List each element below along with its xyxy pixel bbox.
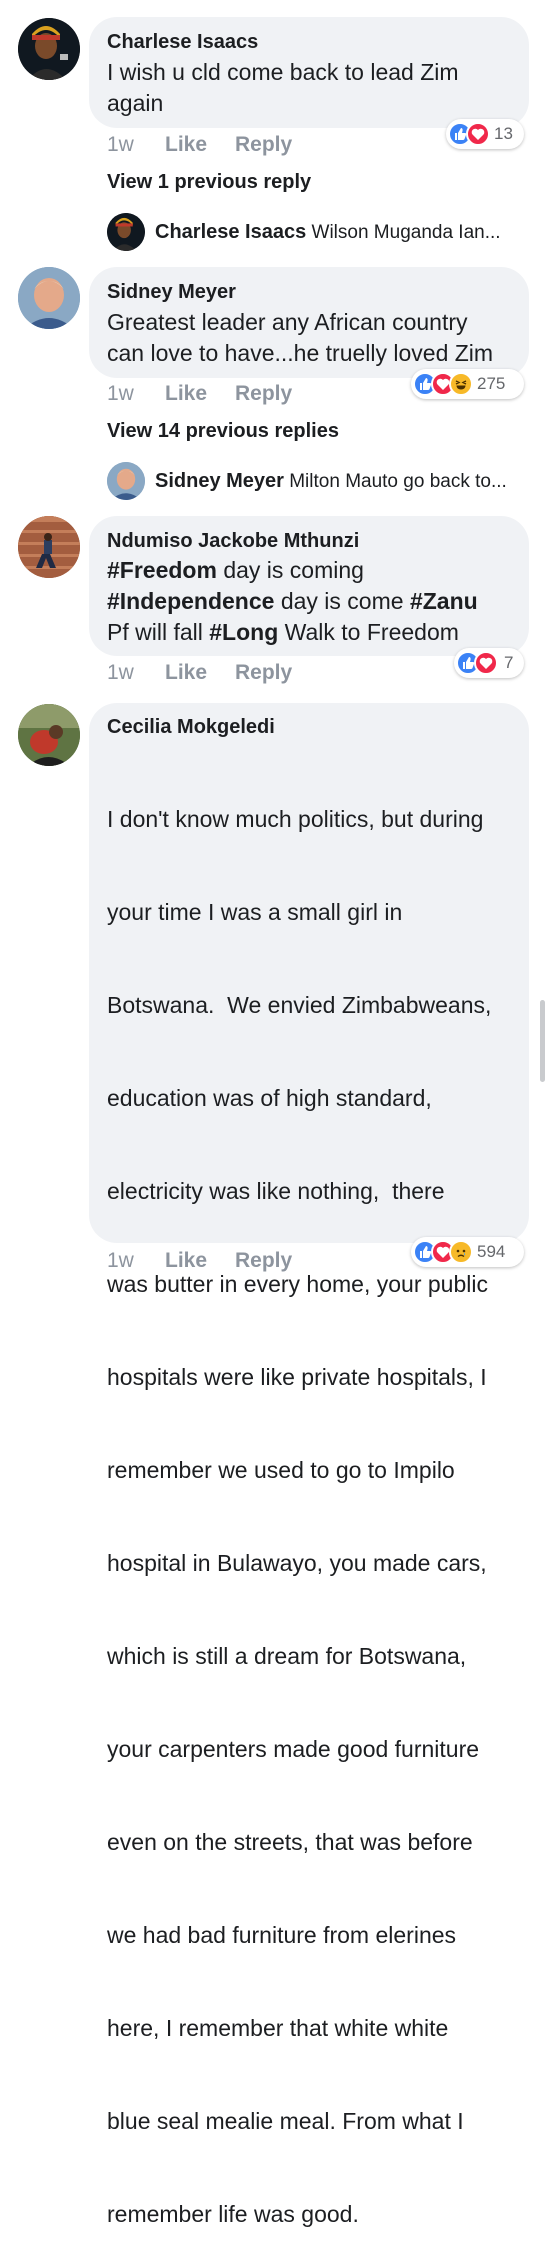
comment-line: education was of high standard, [107, 1085, 432, 1111]
love-icon [466, 122, 490, 146]
avatar[interactable] [18, 267, 80, 329]
comment-text-part: day is come [274, 588, 410, 614]
comment-line: I don't know much politics, but during [107, 806, 484, 832]
comment-text: I don't know much politics, but during y… [107, 742, 522, 2261]
comment-line: #Freedom day is coming [107, 555, 522, 586]
reaction-summary[interactable]: 7 [454, 648, 524, 678]
comment-line: again [107, 90, 164, 116]
reaction-count: 594 [477, 1242, 506, 1261]
comment-author[interactable]: Ndumiso Jackobe Mthunzi [107, 530, 359, 553]
reply-button[interactable]: Reply [235, 661, 292, 685]
comment-line: electricity was like nothing, there [107, 1178, 445, 1204]
comment-line: Botswana. We envied Zimbabweans, [107, 992, 492, 1018]
reaction-summary[interactable]: 594 [411, 1237, 524, 1267]
comment-line: hospitals were like private hospitals, I [107, 1364, 487, 1390]
reply-text: Wilson Muganda Ian... [311, 222, 501, 243]
comment-line: which is still a dream for Botswana, [107, 1643, 467, 1669]
reply-author: Sidney Meyer [155, 470, 284, 492]
view-replies-link[interactable]: View 1 previous reply [107, 171, 311, 194]
hashtag-link[interactable]: #Long [209, 619, 278, 645]
avatar[interactable] [18, 18, 80, 80]
like-button[interactable]: Like [165, 1249, 207, 1273]
avatar[interactable] [18, 704, 80, 766]
comment-time: 1w [107, 661, 134, 684]
avatar[interactable] [107, 462, 145, 500]
comment-line: your time I was a small girl in [107, 899, 403, 925]
reaction-count: 275 [477, 374, 506, 393]
like-button[interactable]: Like [165, 133, 207, 157]
comment-text: I wish u cld come back to lead Zim again [107, 57, 517, 119]
reply-button[interactable]: Reply [235, 1249, 292, 1273]
reply-preview[interactable]: Sidney Meyer Milton Mauto go back to... [155, 470, 507, 493]
comment-line: Greatest leader any African country [107, 309, 468, 335]
comment-line: remember life was good. [107, 2201, 359, 2227]
comment-line: #Independence day is come #Zanu [107, 586, 522, 617]
like-button[interactable]: Like [165, 382, 207, 406]
reply-button[interactable]: Reply [235, 382, 292, 406]
comment-line: was butter in every home, your public [107, 1271, 488, 1297]
avatar[interactable] [18, 516, 80, 578]
comment-line: remember we used to go to Impilo [107, 1457, 455, 1483]
comment-line: we had bad furniture from elerines [107, 1922, 457, 1948]
reply-author: Charlese Isaacs [155, 221, 307, 243]
comment-line: I wish u cld come back to lead Zim [107, 59, 459, 85]
comment-text: Greatest leader any African country can … [107, 307, 522, 369]
reply-text: Milton Mauto go back to... [289, 471, 507, 492]
comment-line: Pf will fall #Long Walk to Freedom [107, 617, 522, 648]
comment-author[interactable]: Sidney Meyer [107, 281, 236, 304]
comment-line: blue seal mealie meal. From what I [107, 2108, 464, 2134]
comment-line: hospital in Bulawayo, you made cars, [107, 1550, 487, 1576]
like-button[interactable]: Like [165, 661, 207, 685]
view-replies-link[interactable]: View 14 previous replies [107, 420, 339, 443]
hashtag-link[interactable]: #Independence [107, 588, 274, 614]
comment-text-part: Walk to Freedom [278, 619, 459, 645]
comment-text: #Freedom day is coming #Independence day… [107, 555, 522, 648]
reply-preview[interactable]: Charlese Isaacs Wilson Muganda Ian... [155, 221, 501, 244]
comment-time: 1w [107, 1249, 134, 1272]
reply-button[interactable]: Reply [235, 133, 292, 157]
comment-line: here, I remember that white white [107, 2015, 449, 2041]
love-icon [474, 651, 498, 675]
haha-icon [449, 372, 473, 396]
reaction-summary[interactable]: 13 [446, 119, 524, 149]
comment-line: can love to have...he truelly loved Zim [107, 340, 494, 366]
comment-author[interactable]: Cecilia Mokgeledi [107, 716, 275, 739]
comment-time: 1w [107, 133, 134, 156]
hashtag-link[interactable]: #Freedom [107, 557, 217, 583]
comment-author[interactable]: Charlese Isaacs [107, 31, 258, 54]
scrollbar[interactable] [540, 1000, 545, 1082]
comment-line: your carpenters made good furniture [107, 1736, 480, 1762]
comment-line: even on the streets, that was before [107, 1829, 473, 1855]
reaction-summary[interactable]: 275 [411, 369, 524, 399]
hashtag-link[interactable]: #Zanu [410, 588, 478, 614]
comment-time: 1w [107, 382, 134, 405]
sad-icon [449, 1240, 473, 1264]
avatar[interactable] [107, 213, 145, 251]
reaction-count: 13 [494, 124, 513, 143]
comment-text-part: Pf will fall [107, 619, 210, 645]
comment-text-part: day is coming [216, 557, 364, 583]
reaction-count: 7 [504, 653, 514, 672]
